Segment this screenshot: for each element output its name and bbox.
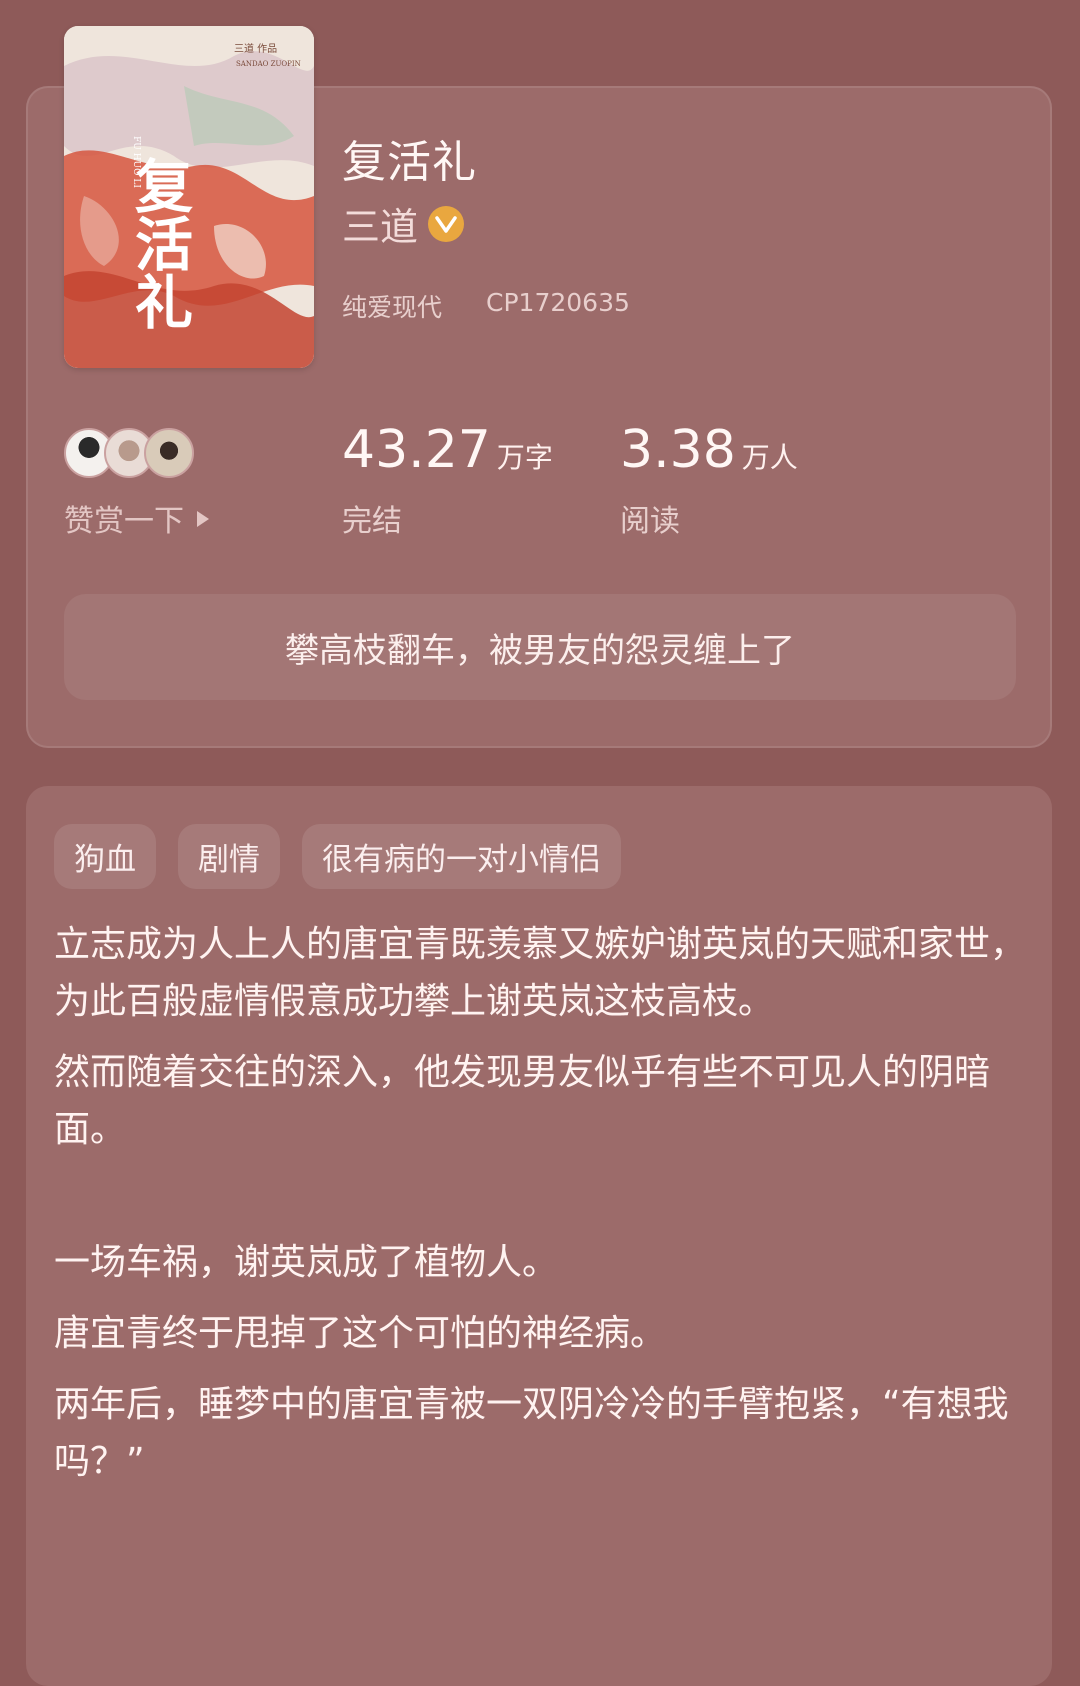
supporter-avatars[interactable] [64, 428, 194, 478]
book-meta: 纯爱现代 CP1720635 [342, 288, 630, 324]
author-row[interactable]: 三道 [342, 196, 465, 251]
description-paragraph: 唐宜青终于甩掉了这个可怕的神经病。 [54, 1313, 667, 1354]
avatar [144, 428, 194, 478]
description-card: 狗血 剧情 很有病的一对小情侣 立志成为人上人的唐宜青既羡慕又嫉妒谢英岚的天赋和… [26, 786, 1052, 1686]
reader-unit: 万人 [741, 441, 798, 474]
book-cover[interactable]: 三道 作品 SANDAO ZUOPIN 复活礼 FU HUO LI [64, 26, 314, 368]
tag-list: 狗血 剧情 很有病的一对小情侣 [54, 824, 621, 889]
word-count-stat: 43.27 万字 完结 [342, 420, 553, 539]
word-unit: 万字 [496, 441, 553, 474]
category-label[interactable]: 纯爱现代 [342, 288, 442, 324]
tag-chip[interactable]: 很有病的一对小情侣 [302, 824, 621, 889]
reward-label: 赞赏一下 [64, 504, 184, 539]
description-paragraph: 两年后，睡梦中的唐宜青被一双阴冷冷的手臂抱紧，“有想我吗？” [54, 1384, 1009, 1482]
description-paragraph: 然而随着交往的深入，他发现男友似乎有些不可见人的阴暗面。 [54, 1052, 991, 1150]
play-triangle-icon [196, 501, 210, 536]
author-name[interactable]: 三道 [342, 196, 418, 251]
cover-author-work: 三道 作品 [234, 42, 277, 55]
cp-id: CP1720635 [486, 288, 630, 317]
cover-art: 三道 作品 SANDAO ZUOPIN 复活礼 FU HUO LI [64, 26, 314, 368]
description-paragraph: 一场车祸，谢英岚成了植物人。 [54, 1242, 559, 1283]
book-tagline: 攀高枝翻车，被男友的怨灵缠上了 [64, 594, 1016, 700]
tag-chip[interactable]: 剧情 [178, 824, 280, 889]
reward-button[interactable]: 赞赏一下 [64, 496, 210, 540]
tag-chip[interactable]: 狗血 [54, 824, 156, 889]
book-description: 立志成为人上人的唐宜青既羡慕又嫉妒谢英岚的天赋和家世，为此百般虚情假意成功攀上谢… [54, 916, 1026, 1504]
reader-count-stat: 3.38 万人 阅读 [620, 420, 798, 539]
description-paragraph: 立志成为人上人的唐宜青既羡慕又嫉妒谢英岚的天赋和家世，为此百般虚情假意成功攀上谢… [54, 924, 1027, 1022]
word-count: 43.27 [342, 420, 491, 480]
reader-count: 3.38 [620, 420, 736, 480]
cover-pinyin-work: SANDAO ZUOPIN [236, 60, 301, 68]
book-title: 复活礼 [342, 137, 477, 188]
reader-label: 阅读 [620, 504, 680, 539]
cover-pinyin-title: FU HUO LI [131, 136, 141, 188]
verified-badge-icon [428, 205, 465, 242]
completion-status: 完结 [342, 504, 402, 539]
